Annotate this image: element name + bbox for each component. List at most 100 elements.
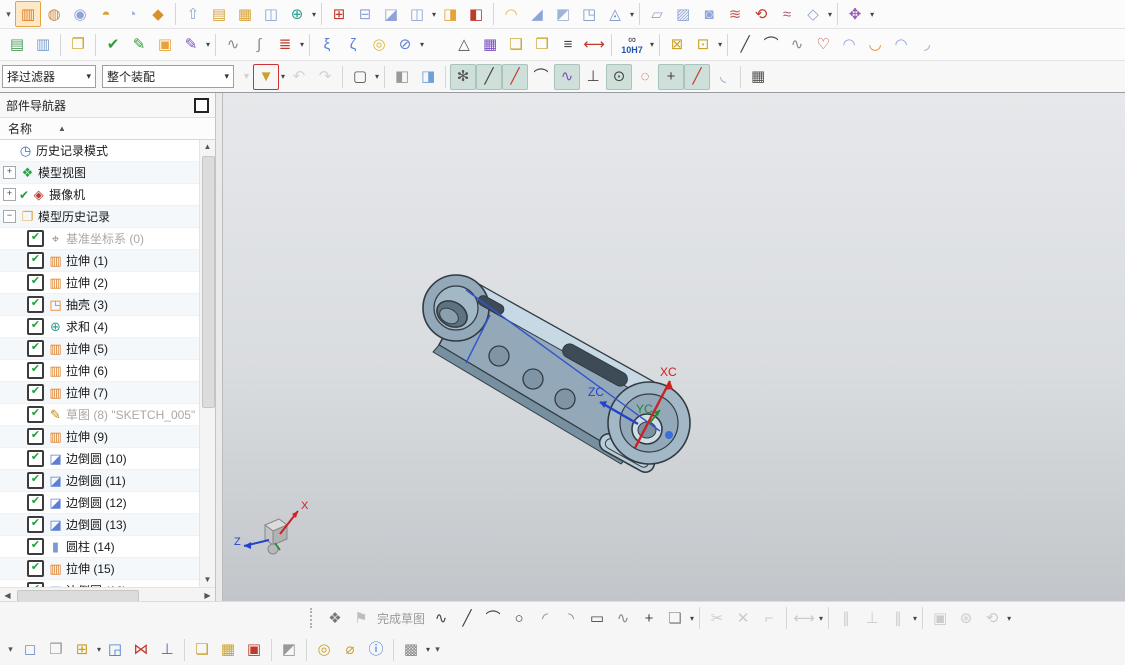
rectangle-button[interactable]: ▭ bbox=[584, 605, 610, 631]
chevron-down-icon[interactable]: ▾ bbox=[1007, 614, 1011, 623]
arc-center-snap-button[interactable]: ⊙ bbox=[606, 63, 633, 90]
component-sequence-button[interactable]: ▣ bbox=[241, 637, 267, 663]
check-model-button[interactable]: ▣ bbox=[152, 32, 178, 58]
chevron-down-icon[interactable]: ▾ bbox=[432, 10, 436, 19]
selection-scope-dropdown[interactable]: 整个装配 ▾ bbox=[102, 65, 234, 88]
graphics-viewport[interactable]: XC ZC YC Z X bbox=[222, 93, 1125, 601]
existing-point-snap-button[interactable]: + bbox=[658, 63, 685, 90]
seal-ring-button[interactable]: ◎ bbox=[366, 32, 392, 58]
toolbar-drag-handle[interactable] bbox=[310, 608, 317, 628]
tree-item[interactable]: ✔ ✎ 草图 (8) "SKETCH_005" bbox=[0, 404, 200, 426]
tree-item[interactable]: ✔ ◪ 边倒圆 (11) bbox=[0, 470, 200, 492]
chevron-down-icon[interactable]: ▾ bbox=[828, 10, 832, 19]
tree-item[interactable]: ✔ ◪ 边倒圆 (12) bbox=[0, 492, 200, 514]
highlight-lines-button[interactable]: ≣ bbox=[272, 32, 298, 58]
tree-item[interactable]: ✔ ▥ 拉伸 (15) bbox=[0, 558, 200, 580]
offset-curve-button[interactable]: ❏ bbox=[662, 605, 688, 631]
chevron-down-icon[interactable]: ▾ bbox=[97, 645, 101, 654]
line-button[interactable]: ╱ bbox=[454, 605, 480, 631]
exploded-views-button[interactable]: ◩ bbox=[276, 637, 302, 663]
rename-feature-button[interactable]: ✎ bbox=[178, 32, 204, 58]
point-on-surface-snap-button[interactable]: ◟ bbox=[710, 64, 736, 90]
tree-item[interactable]: ✔ ▥ 拉伸 (7) bbox=[0, 382, 200, 404]
toolbar-more-caret[interactable]: ▾ bbox=[431, 637, 444, 663]
tree-item[interactable]: ✔ ◪ 边倒圆 (13) bbox=[0, 514, 200, 536]
work-section-button[interactable]: ◨ bbox=[415, 64, 441, 90]
arc-button[interactable]: ⌒ bbox=[480, 605, 506, 631]
tree-item[interactable]: ◷ 历史记录模式 bbox=[0, 140, 200, 162]
sphere-button[interactable]: ◬ bbox=[602, 1, 628, 27]
curvature-analysis-button[interactable]: ∫ bbox=[246, 32, 272, 58]
variational-sweep-button[interactable]: ⟲ bbox=[748, 1, 774, 27]
ruled-surface-button[interactable]: ▱ bbox=[644, 1, 670, 27]
chamfer-button[interactable]: ◢ bbox=[524, 1, 550, 27]
midpoint-snap-button[interactable]: ╱ bbox=[502, 63, 529, 90]
boss-button[interactable]: ◓ bbox=[93, 1, 119, 27]
tree-item[interactable]: ✔ ◪ 边倒圆 (10) bbox=[0, 448, 200, 470]
combined-projection-button[interactable]: ◡ bbox=[862, 32, 888, 58]
profile-button[interactable]: ∿ bbox=[428, 605, 454, 631]
project-curve-button[interactable]: ◠ bbox=[836, 32, 862, 58]
tree-item[interactable]: + ❖ 模型视图 bbox=[0, 162, 200, 184]
layer-settings-button[interactable]: ▤ bbox=[4, 32, 30, 58]
unite-button[interactable]: ⊞ bbox=[326, 1, 352, 27]
chevron-down-icon[interactable]: ▾ bbox=[718, 40, 722, 49]
clearance-analysis-button[interactable]: ⌀ bbox=[337, 637, 363, 663]
assembly-information-button[interactable]: ⓘ bbox=[363, 637, 389, 663]
mirror-feature-button[interactable]: ◫ bbox=[258, 1, 284, 27]
tree-item[interactable]: ✔ ▥ 拉伸 (1) bbox=[0, 250, 200, 272]
shell-button[interactable]: ◳ bbox=[576, 1, 602, 27]
tree-item[interactable]: − ❐ 模型历史记录 bbox=[0, 206, 200, 228]
line-curve-button[interactable]: ╱ bbox=[732, 32, 758, 58]
isoparametric-curve-button[interactable]: ◞ bbox=[914, 32, 940, 58]
emboss-button[interactable]: ◆ bbox=[145, 1, 171, 27]
feature-checkbox[interactable]: ✔ bbox=[27, 318, 44, 335]
n-sided-surface-button[interactable]: ◇ bbox=[800, 1, 826, 27]
feature-checkbox[interactable]: ✔ bbox=[27, 340, 44, 357]
control-point-snap-button[interactable]: ⌒ bbox=[528, 64, 554, 90]
chevron-down-icon[interactable]: ▾ bbox=[650, 40, 654, 49]
lever-arm-model[interactable] bbox=[422, 274, 691, 475]
feature-checkbox[interactable]: ✔ bbox=[27, 362, 44, 379]
chevron-down-icon[interactable]: ▾ bbox=[870, 10, 874, 19]
spring-extension-button[interactable]: ζ bbox=[340, 32, 366, 58]
feature-checkbox[interactable]: ✔ bbox=[27, 538, 44, 555]
chevron-down-icon[interactable]: ▾ bbox=[300, 40, 304, 49]
spline-curve-button[interactable]: ∿ bbox=[784, 32, 810, 58]
point-set-button[interactable]: ❑ bbox=[503, 32, 529, 58]
open-component-button[interactable]: ❒ bbox=[43, 637, 69, 663]
tree-item[interactable]: ✔ ◳ 抽壳 (3) bbox=[0, 294, 200, 316]
feature-checkbox[interactable]: ✔ bbox=[27, 450, 44, 467]
show-product-outline-button[interactable]: ◻ bbox=[17, 637, 43, 663]
fillet-button[interactable]: ◜ bbox=[532, 605, 558, 631]
vertical-scrollbar[interactable]: ▲ ▼ bbox=[199, 140, 215, 587]
arc-curve-button[interactable]: ⌒ bbox=[758, 32, 784, 58]
scroll-down-arrow[interactable]: ▼ bbox=[200, 573, 215, 587]
offset-face-button[interactable]: ⇧ bbox=[180, 1, 206, 27]
snapshot-button[interactable]: ◧ bbox=[389, 64, 415, 90]
quadrant-snap-button[interactable]: ◌ bbox=[632, 64, 658, 90]
tree-column-header[interactable]: 名称 ▲ bbox=[0, 117, 215, 140]
lock-features-button[interactable]: ⊠ bbox=[664, 32, 690, 58]
general-filter-button[interactable]: ▼ bbox=[253, 63, 279, 90]
draft-button[interactable]: ◩ bbox=[550, 1, 576, 27]
pattern-geometry-button[interactable]: ▦ bbox=[232, 1, 258, 27]
expand-icon[interactable]: + bbox=[3, 188, 16, 201]
tree-item[interactable]: ✔ ⊕ 求和 (4) bbox=[0, 316, 200, 338]
unlock-features-button[interactable]: ⊡ bbox=[690, 32, 716, 58]
heart-curve-button[interactable]: ♡ bbox=[810, 32, 836, 58]
intersection-snap-button[interactable]: ⊥ bbox=[580, 64, 606, 90]
toolbar-overflow-caret[interactable]: ▾ bbox=[2, 1, 15, 27]
simple-interference-button[interactable]: ◎ bbox=[311, 637, 337, 663]
information-window-button[interactable]: ≡ bbox=[555, 32, 581, 58]
chevron-down-icon[interactable]: ▾ bbox=[281, 72, 285, 81]
chevron-down-icon[interactable]: ▾ bbox=[819, 614, 823, 623]
through-curve-mesh-button[interactable]: ◙ bbox=[696, 1, 722, 27]
check-feature-button[interactable]: ✎ bbox=[126, 32, 152, 58]
assembly-constraints-button[interactable]: ⊥ bbox=[154, 637, 180, 663]
wave-geometry-linker-button[interactable]: ▩ bbox=[398, 637, 424, 663]
enable-snap-points-button[interactable]: ✻ bbox=[450, 63, 477, 90]
chamfer-button[interactable]: ◝ bbox=[558, 605, 584, 631]
point-on-curve-snap-button[interactable]: ╱ bbox=[684, 63, 711, 90]
spring-compression-button[interactable]: ξ bbox=[314, 32, 340, 58]
